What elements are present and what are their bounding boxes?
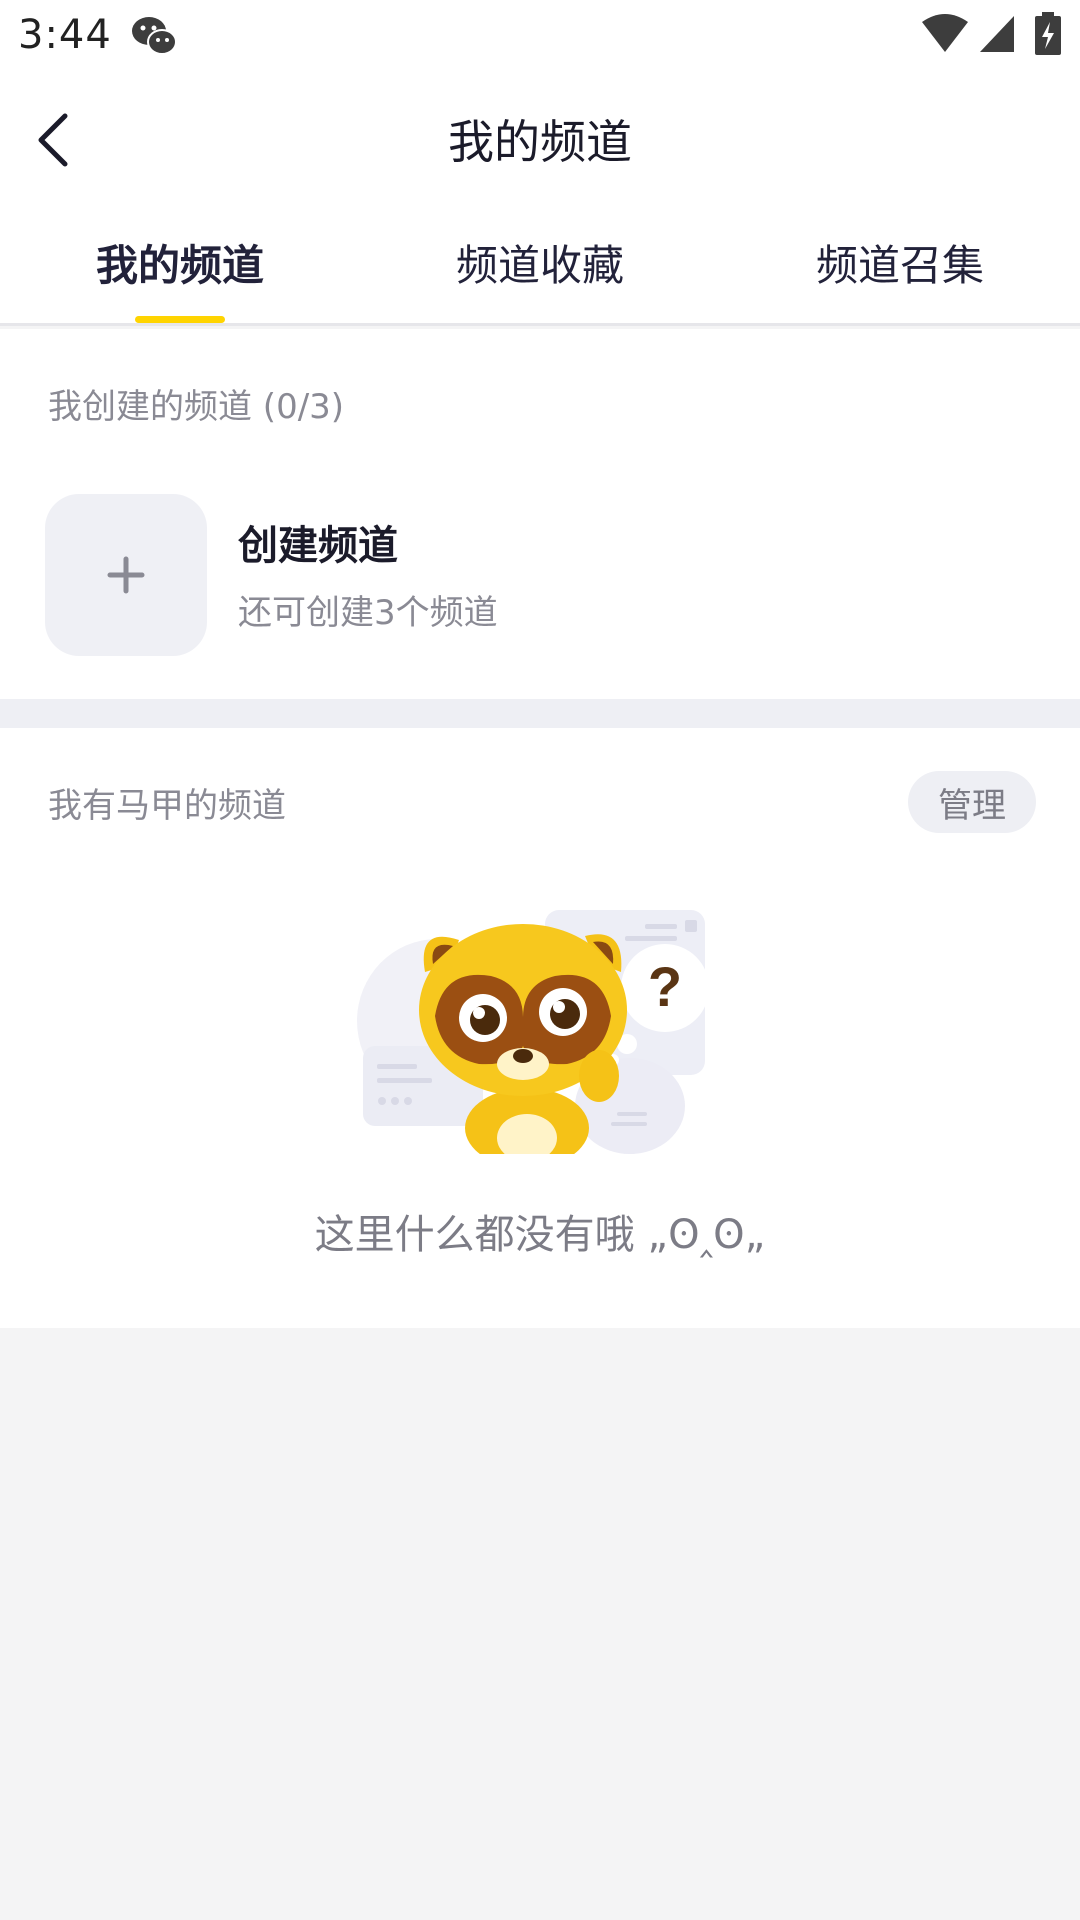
empty-state-text: 这里什么都没有哦 „ʘ‸ʘ„ <box>314 1212 766 1258</box>
header: 我的频道 <box>0 72 1080 202</box>
created-channels-section: 我创建的频道 (0/3) 创建频道 还可创建3个频道 <box>0 329 1080 699</box>
tab-my-channels[interactable]: 我的频道 <box>0 232 360 293</box>
wechat-icon <box>132 17 177 55</box>
section-divider <box>0 699 1080 728</box>
tab-channel-favorites[interactable]: 频道收藏 <box>360 232 720 293</box>
status-bar: 3:44 <box>0 0 1080 72</box>
plus-icon <box>107 556 145 594</box>
battery-charging-icon <box>1035 12 1061 55</box>
signal-icon <box>980 16 1014 52</box>
create-channel-button[interactable] <box>45 494 207 656</box>
svg-text:?: ? <box>648 955 682 1018</box>
created-channels-label: 我创建的频道 (0/3) <box>48 387 345 427</box>
create-channel-title[interactable]: 创建频道 <box>238 513 398 571</box>
vest-channels-label: 我有马甲的频道 <box>48 786 286 826</box>
status-time: 3:44 <box>18 12 112 58</box>
tab-channel-recruit[interactable]: 频道召集 <box>720 232 1080 293</box>
manage-button[interactable]: 管理 <box>908 771 1036 833</box>
active-tab-indicator <box>135 316 225 323</box>
page-title: 我的频道 <box>448 115 632 169</box>
tab-bar: 我的频道 频道收藏 频道召集 <box>0 202 1080 326</box>
create-channel-subtitle: 还可创建3个频道 <box>238 593 498 633</box>
vest-channels-section: 我有马甲的频道 管理 ? 这里什么都没有哦 „ʘ‸ʘ„ <box>0 728 1080 1328</box>
wifi-icon <box>922 14 968 52</box>
raccoon-mascot-illustration: ? <box>357 910 709 1154</box>
